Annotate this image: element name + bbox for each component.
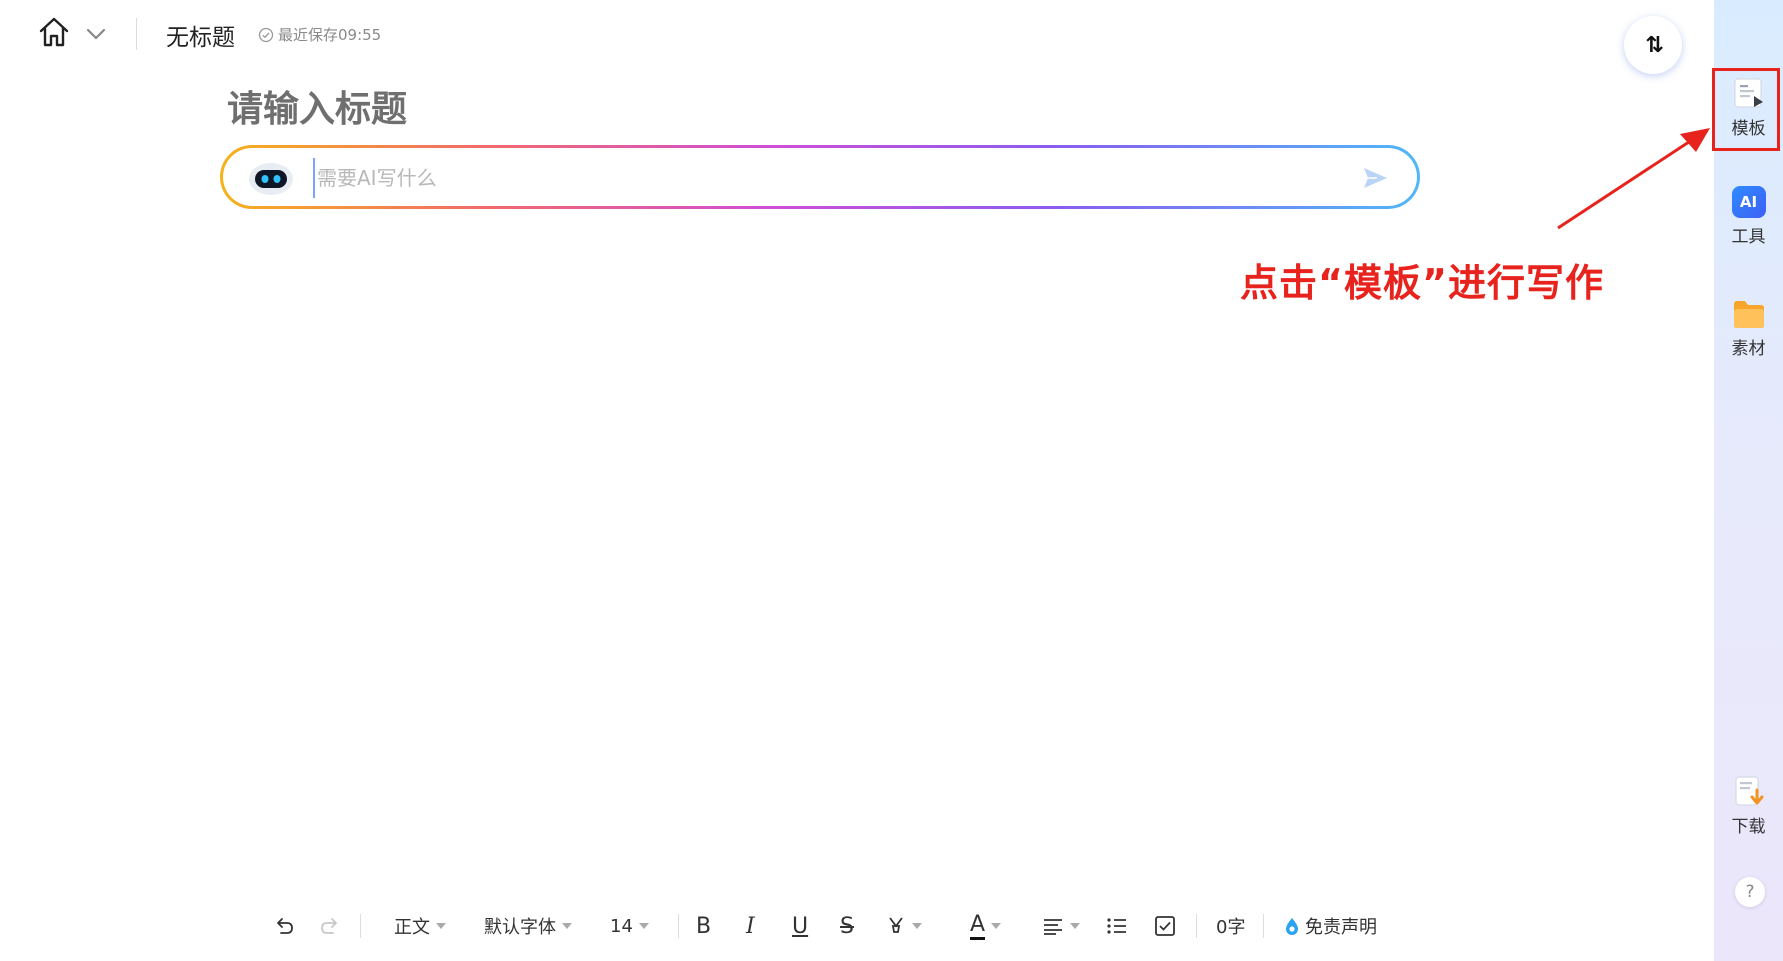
- highlighter-icon: [889, 917, 903, 933]
- download-icon: [1734, 776, 1763, 806]
- document-title[interactable]: 无标题: [166, 18, 235, 52]
- template-highlight-box: [1712, 68, 1780, 151]
- font-color-icon: A: [970, 912, 986, 940]
- title-placeholder[interactable]: 请输入标题: [227, 80, 407, 132]
- bullet-list-icon: [1107, 918, 1126, 934]
- disclaimer-text: 免责声明: [1305, 917, 1377, 938]
- toolbar-divider: [1196, 914, 1197, 938]
- checkbox-button[interactable]: [1154, 908, 1176, 944]
- instruction-annotation: 点击“模板”进行写作: [1240, 261, 1604, 305]
- sidebar-item-tools[interactable]: AI 工具: [1714, 186, 1783, 247]
- disclaimer-logo-icon: [1286, 918, 1298, 935]
- font-size-select[interactable]: 14: [610, 908, 649, 944]
- folder-icon: [1733, 301, 1764, 328]
- paragraph-style-value: 正文: [394, 917, 430, 938]
- caret-down-icon: [1070, 923, 1080, 929]
- caret-down-icon: [991, 923, 1002, 929]
- sidebar-item-download[interactable]: 下载: [1714, 774, 1783, 837]
- ai-prompt-input[interactable]: [313, 158, 1319, 198]
- ai-robot-icon[interactable]: [247, 158, 295, 198]
- sidebar-item-label: 下载: [1731, 817, 1766, 837]
- caret-down-icon: [562, 923, 572, 929]
- toolbar-divider: [360, 914, 361, 938]
- font-color-select[interactable]: A: [970, 908, 1002, 944]
- ai-badge: AI: [1739, 193, 1758, 211]
- font-family-value: 默认字体: [484, 917, 556, 938]
- italic-button[interactable]: I: [746, 908, 755, 944]
- toolbar-divider: [1263, 914, 1264, 938]
- underline-button[interactable]: U: [792, 908, 808, 944]
- header-divider: [136, 18, 137, 50]
- redo-icon[interactable]: [318, 908, 342, 944]
- sidebar-item-materials[interactable]: 素材: [1714, 298, 1783, 359]
- align-left-icon: [1044, 919, 1062, 935]
- sidebar-item-label: 工具: [1731, 227, 1766, 247]
- toolbar-divider: [678, 914, 679, 938]
- send-icon[interactable]: [1361, 164, 1389, 192]
- sidebar-item-label: 素材: [1731, 339, 1766, 359]
- highlight-select[interactable]: [886, 908, 922, 944]
- swap-vertical-icon: ⇅: [1645, 32, 1664, 58]
- caret-down-icon: [638, 923, 649, 929]
- caret-down-icon: [912, 923, 922, 929]
- disclaimer-link[interactable]: 免责声明: [1282, 908, 1377, 944]
- ai-prompt-bar-inner: [223, 148, 1417, 206]
- ai-prompt-bar: [220, 145, 1420, 209]
- undo-icon[interactable]: [272, 908, 296, 944]
- paragraph-style-select[interactable]: 正文: [394, 908, 446, 944]
- bullet-list-button[interactable]: [1106, 908, 1128, 944]
- checkbox-icon: [1155, 916, 1175, 936]
- check-circle-icon: [258, 27, 274, 42]
- strikethrough-button[interactable]: S: [840, 908, 854, 944]
- top-bar: 无标题 最近保存09:55 ⇅: [0, 0, 1713, 74]
- ai-tool-icon: AI: [1731, 186, 1766, 218]
- font-family-select[interactable]: 默认字体: [484, 908, 572, 944]
- caret-down-icon: [436, 923, 446, 929]
- align-select[interactable]: [1042, 908, 1080, 944]
- font-size-value: 14: [610, 915, 633, 937]
- bold-button[interactable]: B: [696, 908, 711, 944]
- format-toolbar: 正文 默认字体 14 B I U S A 0字 免责声明: [260, 908, 1400, 944]
- save-status: 最近保存09:55: [258, 24, 381, 45]
- home-icon[interactable]: [36, 14, 72, 50]
- annotation-arrow: [1557, 128, 1710, 230]
- word-count: 0字: [1216, 917, 1246, 938]
- chevron-down-icon[interactable]: [84, 22, 108, 46]
- help-button[interactable]: ?: [1735, 877, 1765, 907]
- collapse-toggle-button[interactable]: ⇅: [1624, 16, 1682, 74]
- save-status-text: 最近保存09:55: [278, 26, 382, 44]
